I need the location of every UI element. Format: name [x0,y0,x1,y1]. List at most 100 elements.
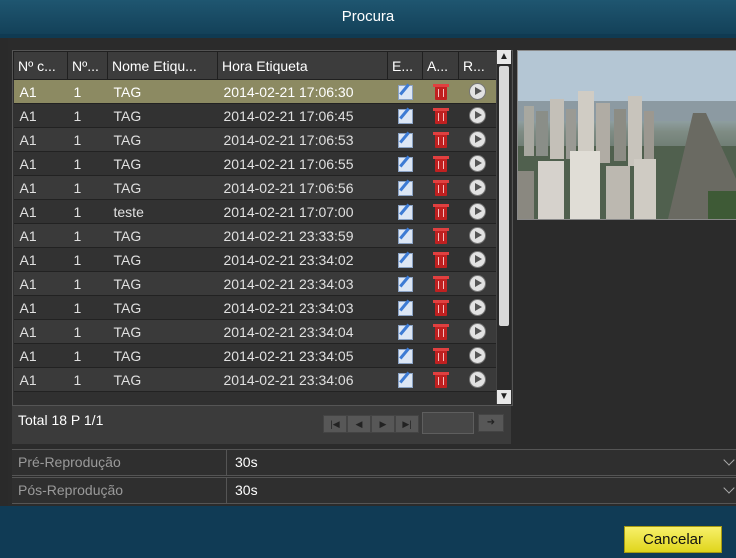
cell-action [422,199,459,224]
post-playback-value[interactable]: 30s [235,478,258,503]
last-page-icon[interactable]: ▶| [395,415,419,433]
cell-action [387,103,423,128]
cell-number: 1 [67,367,108,392]
cell-tag-name: TAG [107,271,218,296]
edit-icon[interactable] [397,84,413,100]
col-header-channel[interactable]: Nº c... [13,51,68,80]
edit-icon[interactable] [397,204,413,220]
table-row[interactable]: A1 1 TAG 2014-02-21 23:34:02 [13,247,497,272]
trash-icon[interactable] [432,275,449,292]
trash-icon[interactable] [432,227,449,244]
edit-icon[interactable] [397,228,413,244]
col-header-play[interactable]: R... [458,51,497,80]
post-playback-row[interactable]: Pós-Reprodução 30s [12,477,736,504]
table-row[interactable]: A1 1 TAG 2014-02-21 23:34:05 [13,343,497,368]
play-icon[interactable] [469,83,486,101]
next-page-icon[interactable]: ▶ [371,415,395,433]
cell-channel: A1 [13,295,68,320]
edit-icon[interactable] [397,132,413,148]
window-title: Procura [0,0,736,34]
table-row[interactable]: A1 1 TAG 2014-02-21 23:34:04 [13,319,497,344]
cell-tag-name: TAG [107,223,218,248]
pre-playback-value[interactable]: 30s [235,450,258,475]
table-scrollbar[interactable]: ▲ ▼ [496,50,511,404]
play-icon[interactable] [469,203,486,221]
trash-icon[interactable] [432,179,449,196]
trash-icon[interactable] [432,323,449,340]
edit-icon[interactable] [397,108,413,124]
cell-number: 1 [67,151,108,176]
play-icon[interactable] [469,347,486,365]
cell-action [387,367,423,392]
table-row[interactable]: A1 1 teste 2014-02-21 17:07:00 [13,199,497,224]
play-icon[interactable] [469,227,486,245]
table-row[interactable]: A1 1 TAG 2014-02-21 23:34:06 [13,367,497,392]
go-arrow-icon[interactable]: ➜ [478,414,504,432]
cell-action [387,223,423,248]
cell-number: 1 [67,199,108,224]
table-row[interactable]: A1 1 TAG 2014-02-21 17:06:30 [13,79,497,104]
trash-icon[interactable] [432,107,449,124]
cell-channel: A1 [13,103,68,128]
table-row[interactable]: A1 1 TAG 2014-02-21 17:06:45 [13,103,497,128]
cell-tag-name: TAG [107,79,218,104]
play-icon[interactable] [469,131,486,149]
edit-icon[interactable] [397,324,413,340]
cell-action [387,271,423,296]
table-row[interactable]: A1 1 TAG 2014-02-21 23:33:59 [13,223,497,248]
edit-icon[interactable] [397,276,413,292]
prev-page-icon[interactable]: ◀ [347,415,371,433]
table-row[interactable]: A1 1 TAG 2014-02-21 23:34:03 [13,295,497,320]
edit-icon[interactable] [397,252,413,268]
cell-tag-name: TAG [107,175,218,200]
trash-icon[interactable] [432,371,449,388]
col-header-tag-time[interactable]: Hora Etiqueta [217,51,388,80]
cell-tag-name: TAG [107,343,218,368]
cancel-button[interactable]: Cancelar [624,526,722,553]
edit-icon[interactable] [397,372,413,388]
col-header-delete[interactable]: A... [422,51,459,80]
scroll-down-icon[interactable]: ▼ [497,390,511,404]
play-icon[interactable] [469,179,486,197]
trash-icon[interactable] [432,203,449,220]
play-icon[interactable] [469,251,486,269]
trash-icon[interactable] [432,131,449,148]
edit-icon[interactable] [397,156,413,172]
table-row[interactable]: A1 1 TAG 2014-02-21 17:06:56 [13,175,497,200]
first-page-icon[interactable]: |◀ [323,415,347,433]
play-icon[interactable] [469,275,486,293]
pre-playback-row[interactable]: Pré-Reprodução 30s [12,449,736,476]
trash-icon[interactable] [432,83,449,100]
chevron-down-icon[interactable] [723,482,735,494]
play-icon[interactable] [469,299,486,317]
page-number-input[interactable] [422,412,474,434]
col-header-tag-name[interactable]: Nome Etiqu... [107,51,218,80]
cell-number: 1 [67,223,108,248]
cell-action [422,103,459,128]
play-icon[interactable] [469,107,486,125]
play-icon[interactable] [469,371,486,389]
cell-number: 1 [67,319,108,344]
scrollbar-thumb[interactable] [499,66,509,326]
scroll-up-icon[interactable]: ▲ [497,50,511,64]
edit-icon[interactable] [397,180,413,196]
col-header-edit[interactable]: E... [387,51,423,80]
edit-icon[interactable] [397,300,413,316]
trash-icon[interactable] [432,347,449,364]
chevron-down-icon[interactable] [723,454,735,466]
trash-icon[interactable] [432,251,449,268]
video-preview [517,50,736,220]
play-icon[interactable] [469,155,486,173]
trash-icon[interactable] [432,299,449,316]
table-row[interactable]: A1 1 TAG 2014-02-21 17:06:55 [13,151,497,176]
cell-tag-name: TAG [107,319,218,344]
col-header-number[interactable]: Nº... [67,51,108,80]
trash-icon[interactable] [432,155,449,172]
cell-action [458,343,497,368]
cell-action [458,151,497,176]
edit-icon[interactable] [397,348,413,364]
play-icon[interactable] [469,323,486,341]
table-row[interactable]: A1 1 TAG 2014-02-21 17:06:53 [13,127,497,152]
cell-tag-time: 2014-02-21 17:06:56 [217,175,388,200]
table-row[interactable]: A1 1 TAG 2014-02-21 23:34:03 [13,271,497,296]
